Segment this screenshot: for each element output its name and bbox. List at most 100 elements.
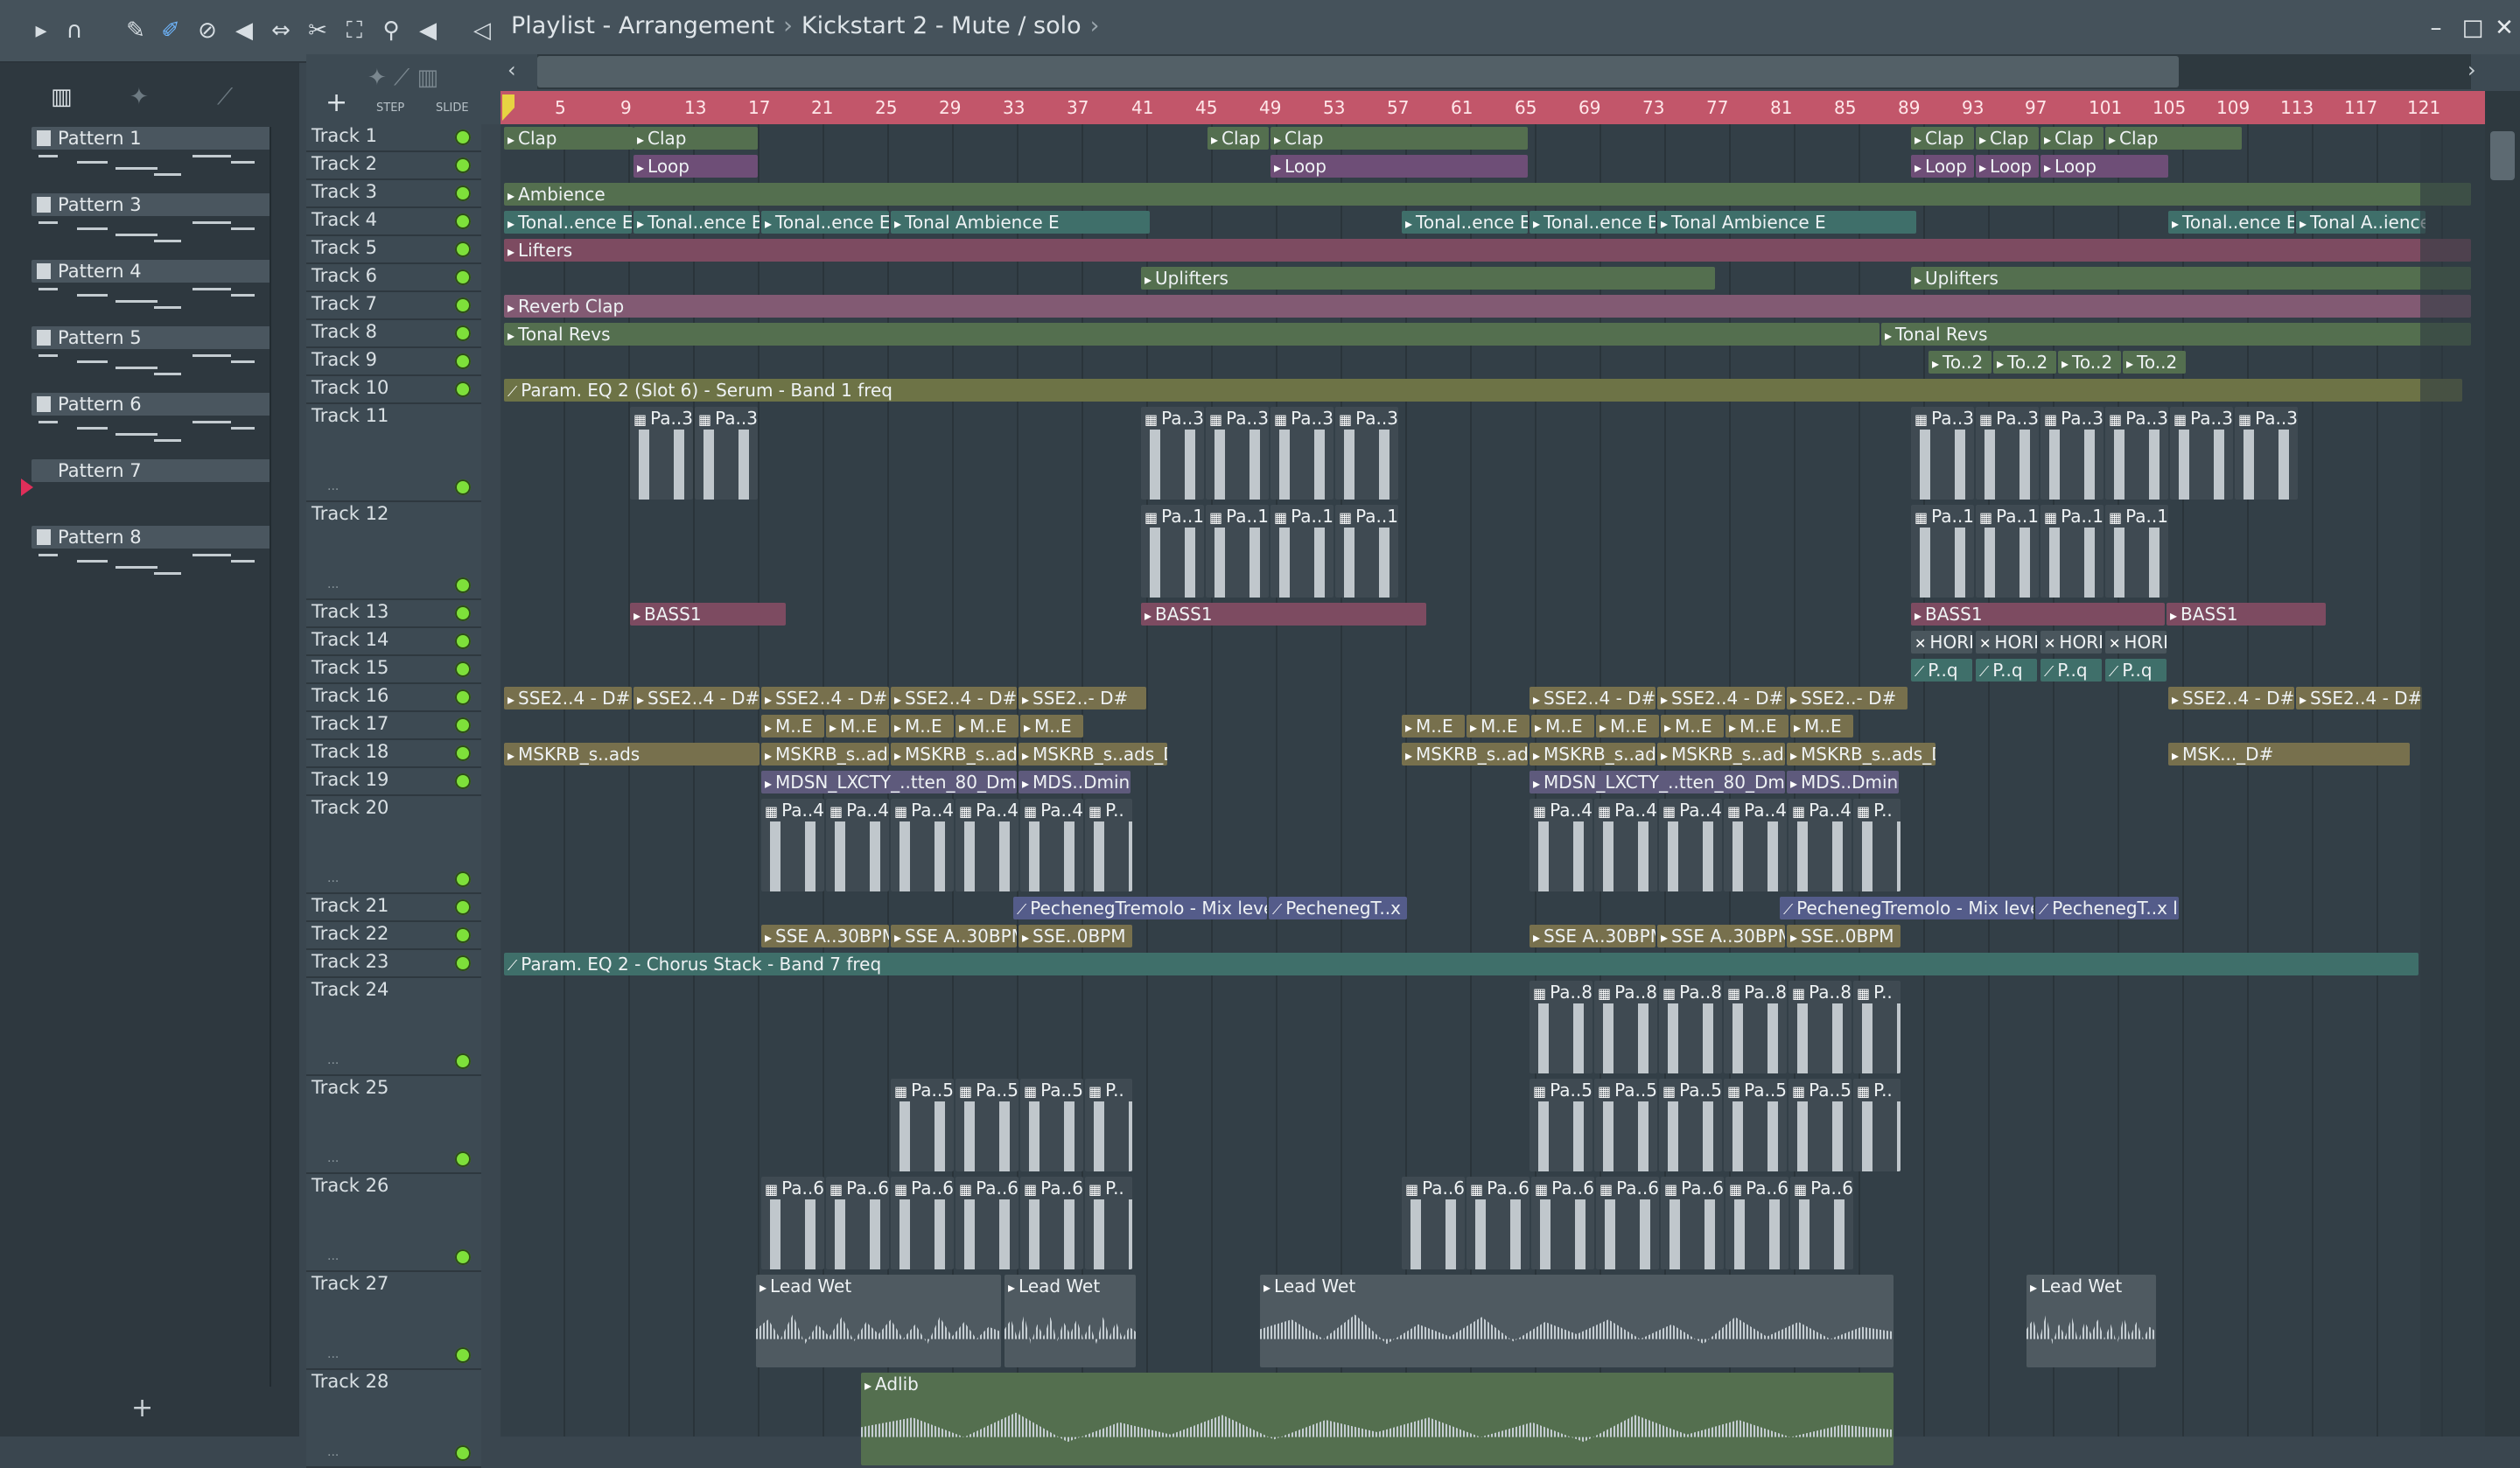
playlist-clip[interactable]: ▸ M..E: [1402, 715, 1465, 737]
playlist-clip[interactable]: ▸ Tonal..ence E: [634, 211, 760, 234]
track-grip-icon[interactable]: ···: [327, 1155, 339, 1169]
track-header[interactable]: Track 3: [306, 180, 481, 208]
playlist-clip[interactable]: ▦ P..: [1853, 981, 1900, 1073]
playlist-clip[interactable]: ⟋ P..q: [2040, 659, 2102, 682]
playlist-clip[interactable]: ▸ SSE..0BPM: [1018, 925, 1132, 947]
playlist-clip[interactable]: ▸ MDS..Dmin: [1018, 771, 1130, 793]
playlist-clip[interactable]: ▸ MSKRB_s..ads: [1402, 743, 1528, 765]
track-header[interactable]: Track 11 ···: [306, 404, 481, 502]
pattern-item[interactable]: Pattern 4: [32, 260, 271, 323]
playlist-clip[interactable]: ▦ Pa..8: [1659, 981, 1722, 1073]
playlist-clip[interactable]: ▦ Pa..4: [826, 799, 889, 891]
track-grip-icon[interactable]: ···: [327, 875, 339, 889]
minimize-button[interactable]: –: [2422, 14, 2450, 42]
track-header[interactable]: Track 7: [306, 292, 481, 320]
playlist-clip[interactable]: ▸ Clap: [2105, 127, 2242, 150]
playlist-clip[interactable]: ▦ Pa..3: [2105, 407, 2168, 500]
pattern-item[interactable]: Pattern 5: [32, 326, 271, 389]
playlist-clip[interactable]: ⟋ PechenegTremolo - Mix level: [1780, 897, 2034, 919]
playlist-clip[interactable]: ▸MSKRB_s..ads_D#: [1787, 743, 1936, 765]
scroll-right-icon[interactable]: ›: [2468, 58, 2476, 82]
playlist-clip[interactable]: ▦ Pa..6: [1466, 1177, 1530, 1269]
playlist-clip[interactable]: ▸ BASS1: [1911, 603, 2165, 626]
playlist-clip[interactable]: ▸ Clap: [2040, 127, 2104, 150]
playlist-clip[interactable]: ▦ P..: [1853, 1079, 1900, 1171]
playlist-clip[interactable]: ▦ Pa..1: [1976, 505, 2039, 598]
speaker-icon[interactable]: ◁: [467, 16, 497, 45]
track-header[interactable]: Track 18: [306, 740, 481, 768]
playlist-clip[interactable]: ▦ Pa..5: [1020, 1079, 1083, 1171]
track-enable-led-icon[interactable]: [455, 689, 471, 705]
playlist-clip[interactable]: ▦ Pa..3: [2235, 407, 2298, 500]
playlist-clip[interactable]: ▸ Lifters: [504, 239, 2471, 262]
playlist-clip[interactable]: ▸ MDSN_LXCTY_..tten_80_Dmin: [761, 771, 1017, 793]
track-enable-led-icon[interactable]: [455, 955, 471, 971]
track-enable-led-icon[interactable]: [455, 1151, 471, 1167]
playlist-clip[interactable]: ▸ Tonal Revs: [504, 323, 1880, 346]
playlist-clip[interactable]: ▸ MSK..._D#: [2168, 743, 2410, 765]
track-header[interactable]: Track 1: [306, 124, 481, 152]
playlist-clip[interactable]: ▦ Pa..5: [891, 1079, 954, 1171]
track-header[interactable]: Track 8: [306, 320, 481, 348]
playlist-clip[interactable]: ⟋ Param. EQ 2 - Chorus Stack - Band 7 fre…: [504, 953, 2418, 975]
track-header[interactable]: Track 20 ···: [306, 796, 481, 894]
playlist-clip[interactable]: ▦ Pa..3: [2170, 407, 2233, 500]
track-enable-led-icon[interactable]: [455, 605, 471, 621]
playlist-clip[interactable]: ▦ Pa..4: [1659, 799, 1722, 891]
add-track-button[interactable]: +: [326, 87, 347, 118]
playlist-clip[interactable]: ▦ Pa..5: [1659, 1079, 1722, 1171]
playlist-clip[interactable]: ▸ Tonal..ence E: [761, 211, 889, 234]
track-header[interactable]: Track 15: [306, 656, 481, 684]
playlist-clip[interactable]: ▸ SSE2..4 - D#: [634, 687, 760, 710]
track-grip-icon[interactable]: ···: [327, 1057, 339, 1071]
playlist-clip[interactable]: ▸MSKRB_s..ads_D#: [1018, 743, 1167, 765]
track-enable-led-icon[interactable]: [455, 1445, 471, 1461]
playlist-clip[interactable]: ▸ Tonal..ence E: [1402, 211, 1528, 234]
playlist-clip[interactable]: ▸ Clap: [504, 127, 634, 150]
playlist-grid[interactable]: ▸ Clap ▸ Clap ▸ Clap ▸ Clap ▸ Clap ▸ Clap ▸ Clap ▸ Clap…: [500, 124, 2504, 1465]
playlist-clip[interactable]: ▦ Pa..6: [761, 1177, 824, 1269]
song-start-marker-icon[interactable]: [502, 94, 514, 121]
track-enable-led-icon[interactable]: [455, 717, 471, 733]
playlist-clip[interactable]: ▸ M..E: [1466, 715, 1530, 737]
playlist-clip[interactable]: ▦ Pa..4: [1724, 799, 1787, 891]
track-header[interactable]: Track 4: [306, 208, 481, 236]
playlist-clip[interactable]: ▸ M..E: [1531, 715, 1594, 737]
playlist-clip[interactable]: ▸ Adlib: [861, 1373, 1894, 1465]
playlist-clip[interactable]: ▸ Tonal Revs: [1881, 323, 2471, 346]
track-enable-led-icon[interactable]: [455, 157, 471, 173]
playlist-clip[interactable]: ▸ M..E: [761, 715, 824, 737]
automation-icon[interactable]: ⟋: [217, 84, 247, 110]
playlist-clip[interactable]: ▸ Lead Wet: [756, 1275, 1001, 1367]
slip-icon[interactable]: ⇔: [266, 16, 296, 45]
playlist-clip[interactable]: ▸ M..E: [1790, 715, 1853, 737]
playlist-clip[interactable]: ▦ Pa..8: [1594, 981, 1657, 1073]
track-header[interactable]: Track 26 ···: [306, 1174, 481, 1272]
playlist-clip[interactable]: ⟋PechenegT..x level: [2035, 897, 2179, 919]
vertical-scroll-thumb[interactable]: [2490, 131, 2515, 180]
playlist-clip[interactable]: ▦ Pa..3: [1976, 407, 2039, 500]
track-header[interactable]: Track 22: [306, 922, 481, 950]
track-header[interactable]: Track 9: [306, 348, 481, 376]
maximize-button[interactable]: □: [2459, 14, 2487, 42]
playlist-clip[interactable]: ▸ Loop: [1270, 155, 1528, 178]
playlist-clip[interactable]: ▦ Pa..8: [1724, 981, 1787, 1073]
pattern-item[interactable]: Pattern 6: [32, 393, 271, 456]
playlist-clip[interactable]: ▦ Pa..6: [956, 1177, 1018, 1269]
playlist-clip[interactable]: ▸ To..2: [2058, 351, 2121, 374]
track-grip-icon[interactable]: ···: [327, 581, 339, 595]
playlist-clip[interactable]: ▸ MSKRB_s..ads: [504, 743, 760, 765]
playlist-clip[interactable]: ▦ Pa..4: [891, 799, 954, 891]
track-grip-icon[interactable]: ···: [327, 1449, 339, 1463]
add-pattern-button[interactable]: +: [131, 1393, 153, 1423]
playlist-clip[interactable]: ▦ Pa..8: [1530, 981, 1592, 1073]
pattern-item[interactable]: Pattern 7: [21, 459, 271, 522]
slide-label[interactable]: SLIDE: [436, 101, 469, 115]
track-header[interactable]: Track 5: [306, 236, 481, 264]
playlist-clip[interactable]: ▸ Tonal Ambience E: [891, 211, 1150, 234]
playlist-clip[interactable]: ▦ Pa..6: [1402, 1177, 1465, 1269]
playlist-clip[interactable]: ✕HORN: [1976, 631, 2037, 654]
playlist-clip[interactable]: ▦ Pa..5: [956, 1079, 1018, 1171]
playlist-clip[interactable]: ▦ Pa..6: [826, 1177, 889, 1269]
select-icon[interactable]: ⛶: [340, 16, 369, 45]
